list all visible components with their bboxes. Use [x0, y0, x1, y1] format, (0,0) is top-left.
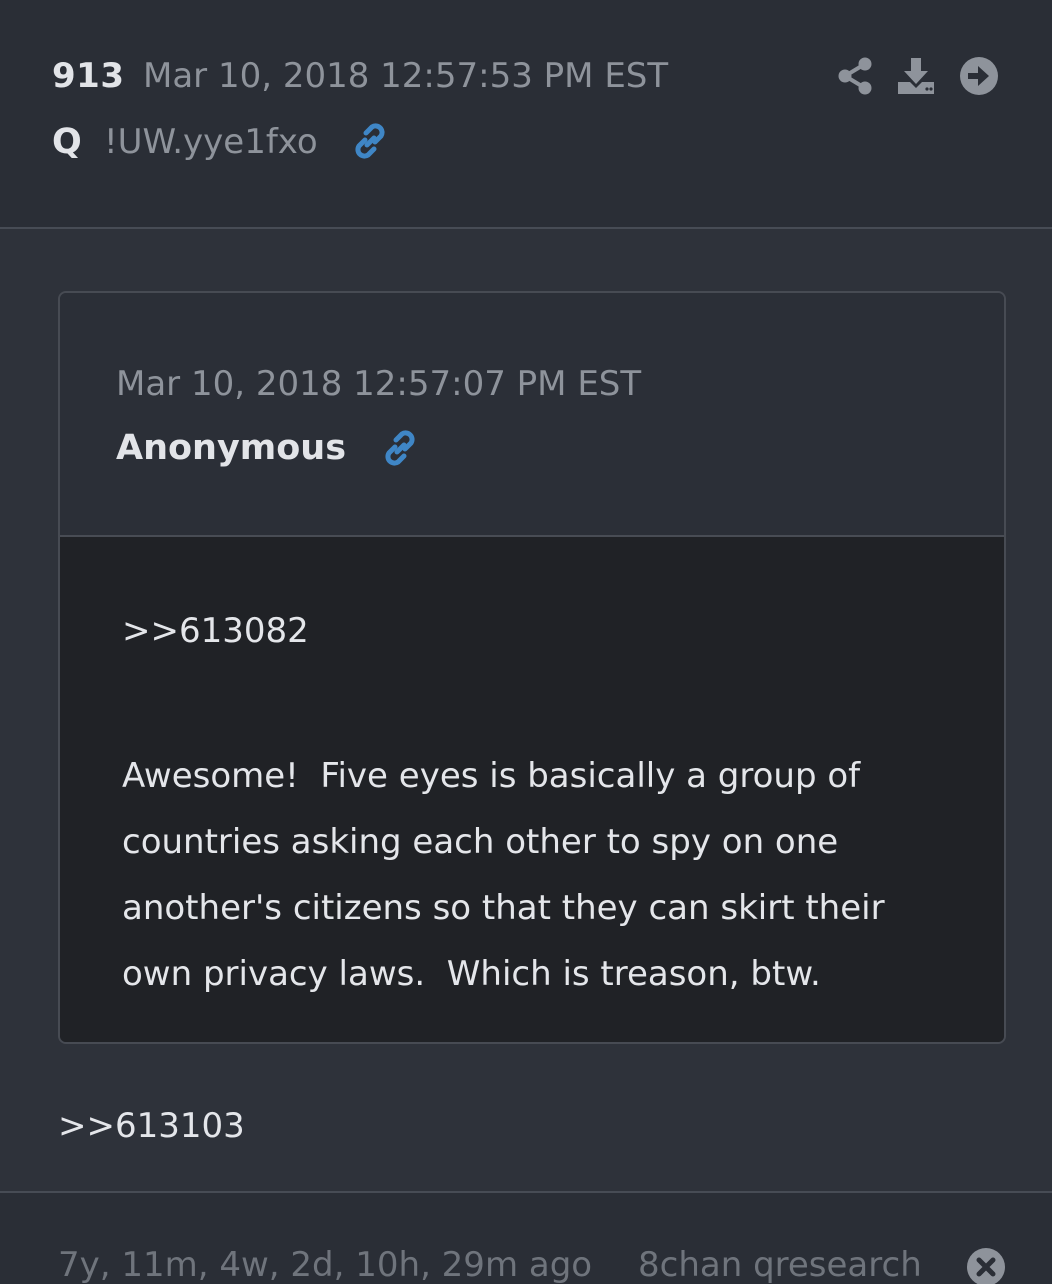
post-page: 913 Mar 10, 2018 12:57:53 PM EST Q !UW.y…	[0, 0, 1052, 1284]
link-icon[interactable]	[350, 121, 390, 161]
quoted-post-body: >>613082 Awesome! Five eyes is basically…	[60, 537, 1004, 1042]
post-tripcode: !UW.yye1fxo	[104, 122, 318, 162]
post-header: 913 Mar 10, 2018 12:57:53 PM EST Q !UW.y…	[0, 0, 1052, 229]
quoted-post-date: Mar 10, 2018 12:57:07 PM EST	[116, 364, 642, 404]
share-icon[interactable]	[835, 56, 875, 96]
quoted-post-text: Awesome! Five eyes is basically a group …	[122, 756, 885, 994]
post-footer: 7y, 11m, 4w, 2d, 10h, 29m ago 8chan qres…	[0, 1191, 1052, 1284]
link-icon[interactable]	[380, 428, 420, 468]
quoted-post-reference[interactable]: >>613082	[122, 611, 309, 651]
quoted-post-header: Mar 10, 2018 12:57:07 PM EST Anonymous	[60, 293, 1004, 537]
download-icon[interactable]	[896, 56, 936, 96]
post-number: 913	[52, 56, 125, 96]
post-source[interactable]: 8chan qresearch	[638, 1245, 922, 1284]
post-reply-reference[interactable]: >>613103	[58, 1106, 245, 1146]
post-age: 7y, 11m, 4w, 2d, 10h, 29m ago	[58, 1245, 593, 1284]
post-author: Q	[52, 122, 82, 162]
quoted-post: Mar 10, 2018 12:57:07 PM EST Anonymous >…	[58, 291, 1006, 1044]
close-circle-icon[interactable]	[966, 1247, 1006, 1284]
quoted-post-author: Anonymous	[116, 428, 347, 468]
arrow-right-circle-icon[interactable]	[959, 56, 999, 96]
post-date: Mar 10, 2018 12:57:53 PM EST	[143, 56, 669, 96]
